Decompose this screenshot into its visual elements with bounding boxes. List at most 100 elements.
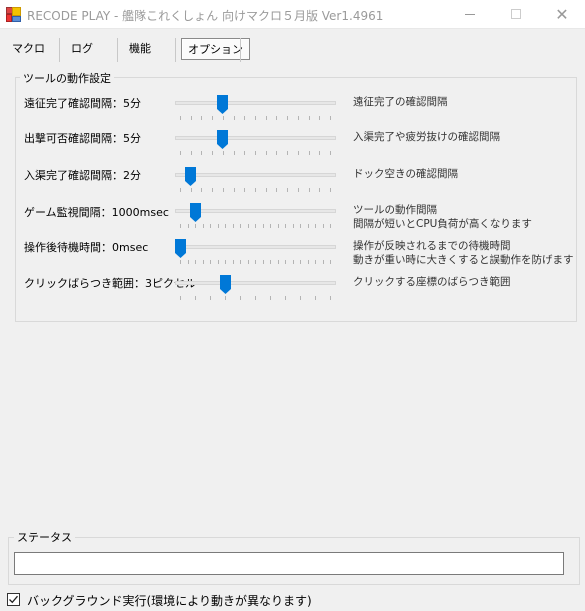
expedition-interval-slider[interactable] bbox=[175, 95, 336, 125]
checkmark-icon bbox=[9, 595, 18, 604]
background-run-label[interactable]: バックグラウンド実行(環境により動きが異なります) bbox=[27, 592, 312, 609]
slider-thumb[interactable] bbox=[219, 275, 231, 294]
slider-track[interactable] bbox=[175, 281, 336, 285]
slider-tick bbox=[222, 151, 224, 155]
repair-interval-slider[interactable] bbox=[175, 167, 336, 197]
slider-tick bbox=[240, 224, 241, 228]
slider-tick bbox=[201, 151, 203, 155]
slider-tick bbox=[187, 260, 189, 264]
slider-tick bbox=[190, 188, 192, 192]
setting-description: 操作が反映されるまでの待機時間 bbox=[353, 240, 511, 252]
slider-tick bbox=[330, 188, 331, 192]
slider-thumb[interactable] bbox=[189, 203, 201, 222]
maximize-icon bbox=[511, 9, 521, 19]
slider-tick bbox=[180, 116, 181, 120]
slider-tick bbox=[244, 151, 246, 155]
slider-track[interactable] bbox=[175, 245, 336, 249]
slider-thumb[interactable] bbox=[174, 239, 186, 258]
slider-tick bbox=[265, 151, 267, 155]
close-button[interactable]: ✕ bbox=[539, 0, 585, 29]
slider-tick bbox=[308, 151, 310, 155]
slider-tick bbox=[287, 151, 289, 155]
slider-thumb[interactable] bbox=[217, 130, 229, 149]
maximize-button[interactable] bbox=[493, 0, 539, 29]
slider-tick bbox=[180, 296, 181, 300]
tool-settings-legend: ツールの動作設定 bbox=[20, 70, 114, 86]
setting-description: 動きが重い時に大きくすると誤動作を防げます bbox=[353, 254, 574, 266]
slider-track[interactable] bbox=[175, 136, 336, 140]
slider-tick bbox=[202, 224, 204, 228]
click-range-slider[interactable] bbox=[175, 275, 336, 305]
tab-features[interactable]: 機能 bbox=[123, 38, 157, 60]
setting-description: クリックする座標のばらつき範囲 bbox=[353, 276, 511, 288]
slider-tick bbox=[285, 296, 286, 300]
slider-tick bbox=[247, 224, 249, 228]
slider-tick bbox=[222, 188, 224, 192]
slider-tick bbox=[330, 151, 331, 155]
slider-tick bbox=[244, 116, 246, 120]
tab-log[interactable]: ログ bbox=[65, 38, 99, 60]
slider-tick bbox=[195, 260, 196, 264]
slider-tick bbox=[233, 116, 235, 120]
setting-label: 出撃可否確認間隔：5分 bbox=[24, 132, 141, 145]
sortie-interval-slider[interactable] bbox=[175, 130, 336, 160]
slider-tick bbox=[255, 224, 256, 228]
slider-tick bbox=[330, 296, 331, 300]
slider-tick bbox=[195, 296, 196, 300]
slider-tick bbox=[265, 116, 267, 120]
game-monitor-interval-slider[interactable] bbox=[175, 203, 336, 233]
background-run-checkbox[interactable] bbox=[7, 593, 20, 606]
slider-tick bbox=[232, 260, 234, 264]
app-icon bbox=[6, 7, 22, 23]
minimize-button[interactable] bbox=[447, 0, 493, 29]
tab-separator bbox=[117, 38, 118, 62]
setting-label: クリックばらつき範囲：3ピクセル bbox=[24, 277, 196, 290]
slider-tick bbox=[270, 296, 271, 300]
slider-thumb[interactable] bbox=[185, 167, 197, 186]
slider-tick bbox=[255, 296, 256, 300]
setting-description: 入渠完了や疲労抜けの確認間隔 bbox=[353, 131, 500, 143]
setting-label: 遠征完了確認間隔：5分 bbox=[24, 97, 141, 110]
slider-tick bbox=[240, 260, 241, 264]
slider-tick bbox=[276, 188, 278, 192]
slider-tick bbox=[262, 260, 264, 264]
slider-tick bbox=[210, 224, 211, 228]
slider-tick bbox=[307, 260, 309, 264]
slider-tick bbox=[270, 260, 271, 264]
setting-label: ゲーム監視間隔：1000msec bbox=[24, 206, 169, 219]
slider-tick bbox=[244, 188, 246, 192]
post-action-wait-slider[interactable] bbox=[174, 239, 336, 269]
close-icon: ✕ bbox=[555, 5, 569, 24]
slider-tick bbox=[232, 224, 234, 228]
slider-thumb[interactable] bbox=[217, 95, 229, 114]
slider-tick bbox=[297, 188, 299, 192]
slider-tick bbox=[217, 260, 219, 264]
slider-tick bbox=[240, 296, 241, 300]
slider-tick bbox=[287, 188, 289, 192]
slider-tick bbox=[202, 260, 204, 264]
slider-tick bbox=[285, 260, 286, 264]
slider-tick bbox=[292, 224, 294, 228]
slider-tick bbox=[330, 260, 331, 264]
slider-tick bbox=[277, 260, 279, 264]
slider-tick bbox=[190, 116, 192, 120]
slider-tick bbox=[180, 188, 181, 192]
window-title: RECODE PLAY - 艦隊これくしょん 向けマクロ５月版 Ver1.496… bbox=[27, 9, 384, 23]
slider-tick bbox=[222, 116, 224, 120]
slider-track[interactable] bbox=[175, 173, 336, 177]
slider-tick bbox=[276, 151, 278, 155]
title-bar: RECODE PLAY - 艦隊これくしょん 向けマクロ５月版 Ver1.496… bbox=[0, 0, 585, 29]
slider-tick bbox=[212, 116, 214, 120]
slider-tick bbox=[315, 224, 316, 228]
slider-tick bbox=[255, 151, 256, 155]
setting-label: 操作後待機時間：0msec bbox=[24, 241, 149, 254]
tab-macro[interactable]: マクロ bbox=[6, 38, 51, 60]
slider-tick bbox=[315, 260, 316, 264]
slider-tick bbox=[201, 188, 203, 192]
slider-track[interactable] bbox=[175, 101, 336, 105]
slider-tick bbox=[212, 188, 214, 192]
status-field[interactable] bbox=[14, 552, 564, 575]
slider-tick bbox=[297, 116, 299, 120]
slider-tick bbox=[285, 224, 286, 228]
slider-tick bbox=[225, 260, 226, 264]
